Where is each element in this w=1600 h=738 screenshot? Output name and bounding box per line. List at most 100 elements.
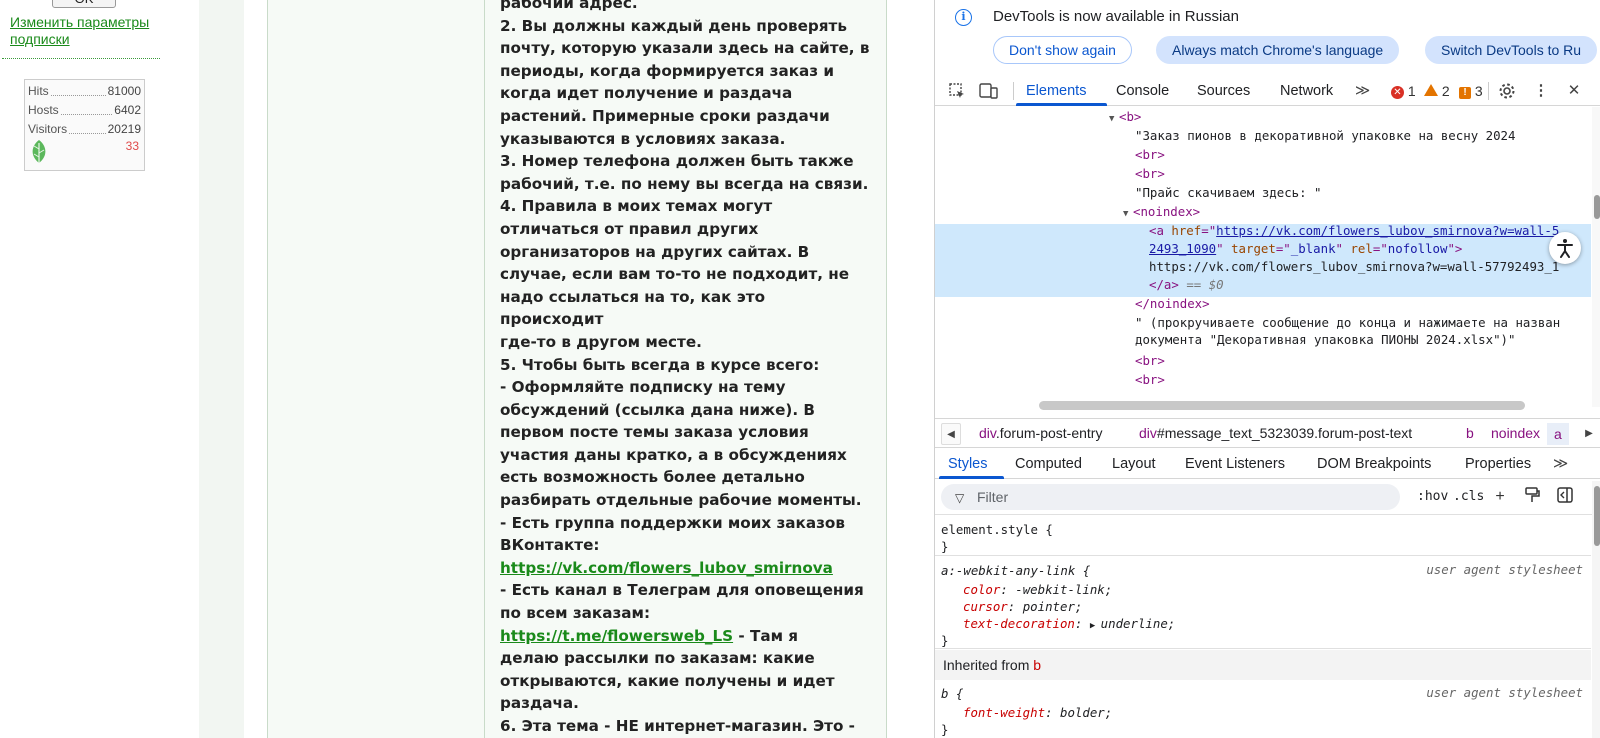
b-rule[interactable]: b { user agent stylesheet font-weight: b…: [935, 680, 1591, 738]
more-options-icon[interactable]: ⋮: [1531, 82, 1551, 100]
tag-br: <br>: [1135, 372, 1165, 387]
gutter: [887, 0, 914, 738]
tab-styles[interactable]: Styles: [948, 456, 988, 472]
telegram-link[interactable]: https://t.me/flowersweb_LS: [500, 627, 733, 645]
dom-node-br[interactable]: <br>: [935, 146, 1591, 164]
dom-node-a[interactable]: <a href="https://vk.com/flowers_lubov_sm…: [935, 222, 1591, 240]
tab-event-listeners[interactable]: Event Listeners: [1185, 456, 1285, 472]
css-declaration[interactable]: cursor: pointer;: [963, 598, 1082, 615]
styles-filter-input[interactable]: ▽ Filter: [941, 484, 1400, 510]
devtools-panel: i DevTools is now available in Russian D…: [934, 0, 1600, 738]
breadcrumb-item[interactable]: b: [1466, 425, 1474, 441]
post-line: 2. Вы должны каждый день проверять: [500, 16, 847, 35]
dom-node-br[interactable]: <br>: [935, 371, 1591, 389]
tab-network[interactable]: Network: [1280, 83, 1333, 99]
issue-count[interactable]: ! 3: [1459, 83, 1483, 99]
issue-count-value: 3: [1474, 83, 1483, 99]
breadcrumb-right-arrow-icon[interactable]: ▶: [1579, 423, 1599, 445]
paint-format-icon[interactable]: [1522, 487, 1542, 507]
new-style-rule-icon[interactable]: +: [1490, 487, 1510, 507]
css-property: color: [963, 582, 1001, 597]
warning-icon: [1424, 84, 1438, 96]
post-line: указываются в условиях заказа.: [500, 129, 786, 148]
breadcrumb-current[interactable]: a: [1547, 423, 1569, 445]
styles-scroll-thumb[interactable]: [1594, 486, 1600, 546]
stat-label: Hits: [28, 84, 49, 98]
tab-computed[interactable]: Computed: [1015, 456, 1082, 472]
attr-value: _blank: [1290, 241, 1336, 256]
breadcrumb-item[interactable]: div#message_text_5323039.forum-post-text: [1139, 425, 1412, 441]
online-row: 33: [28, 139, 141, 165]
breadcrumb: ◀ div.forum-post-entry div#message_text_…: [935, 418, 1600, 448]
css-declaration[interactable]: color: -webkit-link;: [963, 581, 1112, 598]
active-tab-indicator: [1016, 103, 1107, 106]
dont-show-again-button[interactable]: Don't show again: [993, 36, 1132, 64]
breadcrumb-item[interactable]: noindex: [1491, 425, 1540, 441]
settings-gear-icon[interactable]: [1497, 82, 1517, 100]
breadcrumb-left-arrow-icon[interactable]: ◀: [941, 423, 961, 445]
dom-text-node[interactable]: "Заказ пионов в декоративной упаковке на…: [935, 127, 1591, 145]
dom-node-a-close[interactable]: </a> == $0: [935, 276, 1591, 294]
stats-counter: Hits 81000 Hosts 6402 Visitors 20219 33: [24, 79, 145, 171]
post-line: участия даны кратко, а в обсуждениях: [500, 445, 847, 464]
dom-node-a-cont[interactable]: 2493_1090" target="_blank" rel="nofollow…: [935, 240, 1591, 258]
tab-elements[interactable]: Elements: [1026, 83, 1086, 99]
href-link[interactable]: https://vk.com/flowers_lubov_smirnova?w=…: [1216, 223, 1559, 238]
dom-text-node[interactable]: "Прайс скачиваем здесь: ": [935, 184, 1591, 202]
error-count[interactable]: ✕ 1: [1391, 83, 1416, 99]
dom-node-br[interactable]: <br>: [935, 352, 1591, 370]
tab-console[interactable]: Console: [1116, 83, 1169, 99]
stat-visitors: Visitors 20219: [28, 120, 141, 139]
dom-node-noindex[interactable]: ▼ <noindex>: [935, 203, 1591, 221]
tab-properties[interactable]: Properties: [1465, 456, 1531, 472]
dom-text-node-cont[interactable]: документа "Декоративная упаковка ПИОНЫ 2…: [935, 331, 1591, 349]
css-declaration[interactable]: font-weight: bolder;: [963, 704, 1112, 721]
dom-node-noindex-close[interactable]: </noindex>: [935, 295, 1591, 313]
inspect-element-icon[interactable]: [947, 82, 967, 100]
tag-br: <br>: [1135, 353, 1165, 368]
css-declaration[interactable]: text-decoration: ▶ underline;: [963, 615, 1175, 635]
post-tail-lines: делаю рассылки по заказам: какие открываю…: [500, 647, 872, 738]
warning-count[interactable]: 2: [1424, 83, 1450, 99]
accessibility-tree-icon[interactable]: [1549, 232, 1581, 264]
dom-tree-horizontal-scrollbar[interactable]: [1039, 401, 1525, 410]
tab-layout[interactable]: Layout: [1112, 456, 1156, 472]
href-link[interactable]: 2493_1090: [1149, 241, 1216, 256]
close-icon[interactable]: ✕: [1564, 82, 1584, 100]
tag-a-close: </a>: [1149, 277, 1179, 292]
stat-hosts: Hosts 6402: [28, 101, 141, 120]
class-toggle[interactable]: .cls: [1453, 489, 1484, 504]
post-line: 6. Эта тема - НЕ интернет-магазин. Это -: [500, 717, 855, 735]
post-line: рабочий, т.е. по нему вы всегда на связи…: [500, 174, 869, 193]
vk-link[interactable]: https://vk.com/flowers_lubov_smirnova: [500, 559, 833, 577]
stat-value: 81000: [107, 84, 141, 98]
dom-node-b[interactable]: ▼ <b>: [935, 108, 1591, 126]
issue-icon: !: [1459, 87, 1471, 99]
tab-sources[interactable]: Sources: [1197, 83, 1250, 99]
rule-selector: element.style {: [941, 522, 1053, 537]
webkit-any-link-rule[interactable]: a:-webkit-any-link { user agent styleshe…: [935, 557, 1591, 649]
ok-button[interactable]: OK: [52, 0, 116, 8]
expand-triangle-icon[interactable]: ▶: [1090, 621, 1101, 631]
always-match-language-button[interactable]: Always match Chrome's language: [1156, 36, 1400, 64]
toggle-sidebar-icon[interactable]: [1555, 487, 1575, 507]
dom-text-node[interactable]: https://vk.com/flowers_lubov_smirnova?w=…: [935, 258, 1591, 276]
dom-tree-scroll-thumb[interactable]: [1594, 195, 1600, 219]
inherited-tag[interactable]: b: [1033, 657, 1041, 673]
more-tabs-icon[interactable]: ≫: [1355, 83, 1370, 99]
breadcrumb-tag: b: [1466, 425, 1474, 441]
error-icon: ✕: [1391, 86, 1404, 99]
dom-tree-scrollbar[interactable]: [1592, 107, 1600, 407]
device-toolbar-icon[interactable]: [979, 82, 999, 100]
elements-dom-tree: ▼ <b> "Заказ пионов в декоративной упаков…: [935, 107, 1591, 407]
element-style-rule[interactable]: element.style { }: [935, 516, 1591, 556]
dom-node-br[interactable]: <br>: [935, 165, 1591, 183]
dom-text-node[interactable]: " (прокручиваете сообщение до конца и на…: [935, 314, 1591, 332]
breadcrumb-item[interactable]: div.forum-post-entry: [979, 425, 1102, 441]
change-subscription-link[interactable]: Изменить параметры подписки: [10, 14, 185, 48]
switch-devtools-language-button[interactable]: Switch DevTools to Ru: [1425, 36, 1598, 64]
styles-subtabs: Styles Computed Layout Event Listeners D…: [935, 449, 1600, 479]
hover-state-toggle[interactable]: :hov: [1417, 489, 1448, 504]
more-subtabs-icon[interactable]: ≫: [1553, 456, 1568, 472]
tab-dom-breakpoints[interactable]: DOM Breakpoints: [1317, 456, 1431, 472]
